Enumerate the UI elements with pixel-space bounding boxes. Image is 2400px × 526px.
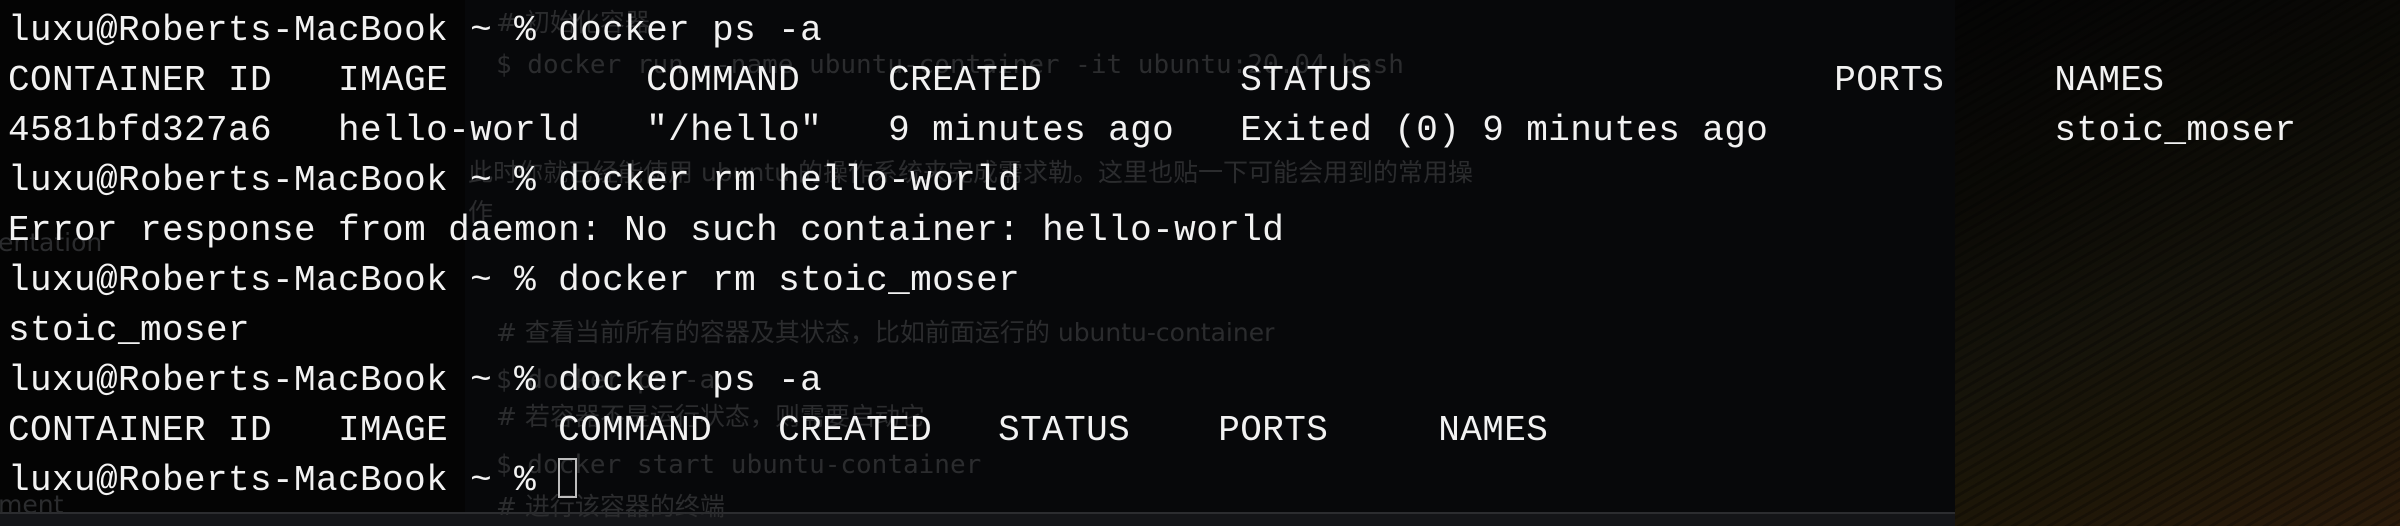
- error-message: Error response from daemon: No such cont…: [8, 210, 1285, 251]
- terminal-command-line: luxu@Roberts-MacBook ~ % docker ps -a: [8, 10, 823, 51]
- command-output: stoic_moser: [8, 310, 251, 351]
- terminal-command-line: luxu@Roberts-MacBook ~ % docker rm stoic…: [8, 260, 1021, 301]
- table-header: CONTAINER ID IMAGE COMMAND CREATED STATU…: [8, 60, 2165, 101]
- terminal-prompt-line[interactable]: luxu@Roberts-MacBook ~ %: [8, 456, 2296, 506]
- terminal-command-line: luxu@Roberts-MacBook ~ % docker rm hello…: [8, 160, 1021, 201]
- prompt-text: luxu@Roberts-MacBook ~ %: [8, 460, 559, 501]
- table-row: 4581bfd327a6 hello-world "/hello" 9 minu…: [8, 110, 2297, 151]
- terminal-output[interactable]: luxu@Roberts-MacBook ~ % docker ps -a CO…: [8, 6, 2296, 506]
- table-header: CONTAINER ID IMAGE COMMAND CREATED STATU…: [8, 410, 1549, 451]
- terminal-command-line: luxu@Roberts-MacBook ~ % docker ps -a: [8, 360, 823, 401]
- background-bottom-bar: [0, 512, 1955, 526]
- cursor-block: [558, 458, 578, 498]
